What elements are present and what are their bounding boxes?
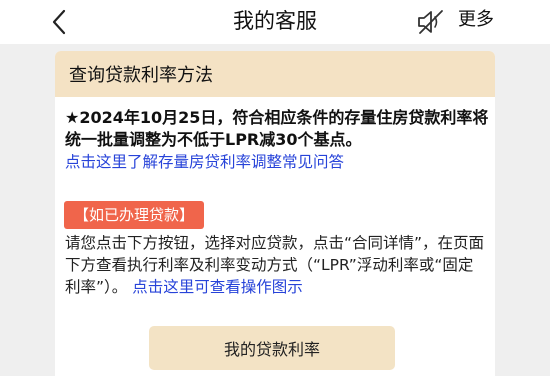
top-bar: 我的客服 更多 xyxy=(0,0,550,44)
rate-notice: ★2024年10月25日，符合相应条件的存量住房贷款利率将统一批量调整为不低于L… xyxy=(65,108,489,149)
back-button[interactable] xyxy=(44,6,74,38)
instruction-text: 请您点击下方按钮，选择对应贷款，点击“合同详情”，在页面下方查看执行利率及利率变… xyxy=(65,232,485,298)
chat-page: 我的客服 更多 查询贷款利率方法 ★2024年10月25日，符合相应条件的存量住… xyxy=(0,0,550,376)
card-title: 查询贷款利率方法 xyxy=(55,51,495,97)
my-loan-rate-button[interactable]: 我的贷款利率 xyxy=(149,326,395,370)
more-button[interactable]: 更多 xyxy=(458,8,494,32)
mute-button[interactable] xyxy=(414,5,448,39)
faq-link[interactable]: 点击这里了解存量房贷利率调整常见问答 xyxy=(65,151,344,173)
message-card: 查询贷款利率方法 ★2024年10月25日，符合相应条件的存量住房贷款利率将统一… xyxy=(55,51,495,376)
page-title: 我的客服 xyxy=(233,9,317,33)
chevron-left-icon xyxy=(52,9,66,35)
speaker-muted-icon xyxy=(418,10,443,34)
guide-link[interactable]: 点击这里可查看操作图示 xyxy=(132,278,303,296)
loan-tag: 【如已办理贷款】 xyxy=(64,201,205,229)
